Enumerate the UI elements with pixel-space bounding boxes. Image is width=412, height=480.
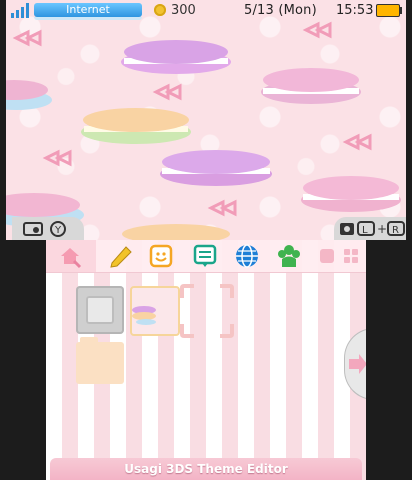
status-bar: Internet 300 5/13 (Mon) 15:53 — [6, 0, 406, 22]
macaron-purple-top — [121, 40, 231, 74]
next-page-arrow[interactable] — [344, 328, 366, 400]
app-tile-settings[interactable] — [76, 286, 124, 334]
svg-text:+: + — [377, 222, 387, 236]
notes-icon[interactable] — [192, 243, 218, 269]
miiverse-face-icon[interactable] — [148, 243, 174, 269]
play-coin-icon — [154, 4, 166, 16]
internet-browser-icon[interactable] — [234, 243, 260, 269]
footer-banner: Usagi 3DS Theme Editor — [50, 458, 362, 480]
date-label: 5/13 (Mon) — [244, 3, 317, 18]
macaron-thumbnail-icon — [132, 306, 156, 325]
selection-cursor — [180, 284, 234, 338]
signal-bars-icon — [11, 3, 29, 18]
toolbar — [46, 240, 366, 273]
arrow-right-icon — [349, 354, 366, 374]
folder-tile[interactable] — [76, 337, 124, 384]
svg-text:Y: Y — [54, 225, 62, 236]
blank-app-icon — [86, 296, 114, 324]
bottom-screen: Usagi 3DS Theme Editor — [46, 240, 366, 480]
svg-text:L: L — [362, 225, 368, 236]
app-tile-theme[interactable] — [130, 286, 180, 336]
camera-bar: Y L + R — [12, 217, 406, 240]
camera-y-icon: Y — [23, 221, 66, 237]
folder-tab-icon — [80, 337, 98, 344]
macaron-left — [6, 80, 52, 110]
pencil-icon[interactable] — [108, 243, 134, 269]
friends-list-icon[interactable] — [276, 243, 302, 269]
connection-indicator — [34, 17, 142, 20]
home-settings-tab[interactable] — [46, 240, 96, 272]
play-coin-count: 300 — [171, 3, 196, 18]
grid-view-button[interactable] — [344, 249, 358, 263]
camera-shortcut-right[interactable]: L + R — [334, 217, 406, 240]
macaron-peach — [81, 108, 191, 144]
camera-shortcut-left[interactable]: Y — [12, 217, 84, 240]
wallpaper-art — [6, 21, 401, 240]
time-label: 15:53 — [336, 3, 374, 18]
camera-lr-icon: L + R — [340, 221, 405, 236]
macaron-pink-right — [261, 68, 361, 104]
connection-label: Internet — [34, 3, 142, 17]
single-view-button[interactable] — [320, 249, 334, 263]
macaron-pink-bottom — [301, 176, 401, 212]
macaron-purple-center — [160, 150, 272, 186]
svg-text:R: R — [392, 225, 399, 236]
battery-icon — [376, 4, 400, 17]
home-settings-icon — [61, 248, 82, 269]
battery-nub — [400, 7, 402, 14]
top-screen: Internet 300 5/13 (Mon) 15:53 Y L + R — [6, 0, 406, 240]
